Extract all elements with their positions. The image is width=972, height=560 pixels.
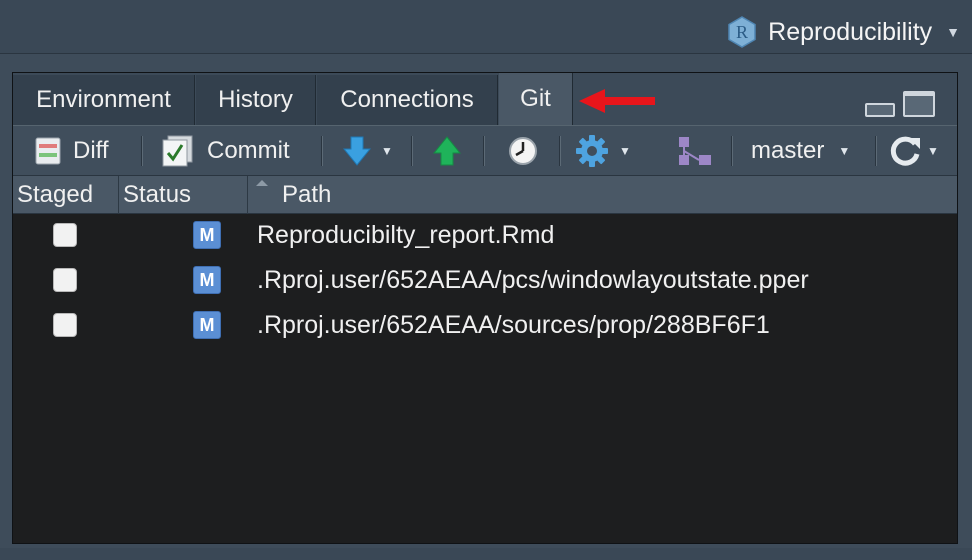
project-menu[interactable]: R Reproducibility ▼ — [726, 14, 960, 50]
chevron-down-icon[interactable]: ▼ — [619, 144, 631, 158]
chevron-down-icon[interactable]: ▼ — [381, 144, 393, 158]
diff-icon — [35, 137, 61, 165]
bottom-bar — [0, 548, 972, 560]
column-header-row: Staged Status Path — [13, 176, 957, 214]
chevron-down-icon: ▼ — [838, 144, 851, 158]
pull-button[interactable]: ▼ — [343, 134, 393, 168]
column-header-label: Staged — [17, 181, 94, 208]
table-row[interactable]: M Reproducibilty_report.Rmd — [13, 214, 957, 259]
toolbar-divider — [411, 136, 413, 166]
branch-label: master — [751, 137, 825, 164]
file-path: .Rproj.user/652AEAA/sources/prop/288BF6F… — [257, 311, 770, 339]
diff-button[interactable]: Diff — [35, 134, 109, 168]
diff-label: Diff — [73, 137, 109, 164]
table-row[interactable]: M .Rproj.user/652AEAA/pcs/windowlayoutst… — [13, 259, 957, 304]
push-icon — [433, 136, 461, 166]
modified-badge: M — [193, 266, 221, 294]
toolbar-divider — [483, 136, 485, 166]
toolbar-divider — [875, 136, 877, 166]
table-row[interactable]: M .Rproj.user/652AEAA/sources/prop/288BF… — [13, 304, 957, 349]
staged-checkbox[interactable] — [53, 313, 77, 337]
r-project-icon: R — [728, 16, 756, 48]
window-controls — [865, 91, 935, 117]
commit-button[interactable]: Commit — [161, 134, 290, 168]
file-list: M Reproducibilty_report.Rmd M .Rproj.use… — [13, 214, 957, 349]
minimize-icon[interactable] — [865, 103, 895, 117]
column-divider — [118, 176, 119, 214]
tab-environment[interactable]: Environment — [13, 75, 195, 125]
settings-button[interactable]: ▼ — [575, 134, 631, 168]
column-header-label: Path — [282, 181, 332, 208]
branch-select[interactable]: master ▼ — [751, 134, 850, 168]
chevron-down-icon: ▼ — [946, 24, 960, 40]
chevron-down-icon[interactable]: ▼ — [927, 144, 939, 158]
branch-button[interactable] — [677, 134, 713, 168]
history-icon — [509, 137, 537, 165]
column-header-path[interactable]: Path — [248, 176, 956, 214]
tab-label: History — [218, 86, 293, 113]
sort-ascending-icon — [256, 180, 268, 186]
toolbar-divider — [141, 136, 143, 166]
toolbar-divider — [321, 136, 323, 166]
refresh-button[interactable]: ▼ — [889, 134, 939, 168]
modified-badge: M — [193, 221, 221, 249]
branch-icon — [679, 137, 711, 165]
refresh-icon — [890, 136, 920, 166]
column-header-label: Status — [123, 181, 192, 208]
gear-icon — [576, 135, 608, 167]
tab-git[interactable]: Git — [499, 73, 573, 125]
maximize-icon[interactable] — [903, 91, 935, 117]
git-toolbar: Diff Commit ▼ ▼ master ▼ ▼ — [13, 125, 957, 176]
staged-checkbox[interactable] — [53, 268, 77, 292]
red-arrow-icon — [579, 89, 655, 113]
project-name: Reproducibility — [768, 17, 933, 46]
tab-label: Connections — [340, 86, 474, 113]
file-path: Reproducibilty_report.Rmd — [257, 221, 555, 249]
column-header-status[interactable]: Status — [123, 176, 191, 214]
commit-label: Commit — [207, 137, 290, 164]
toolbar-divider — [559, 136, 561, 166]
toolbar-divider — [731, 136, 733, 166]
tab-label: Environment — [36, 86, 171, 113]
git-pane: Environment History Connections Git Diff — [12, 72, 958, 544]
tab-connections[interactable]: Connections — [317, 75, 498, 125]
commit-icon — [162, 135, 193, 167]
column-header-staged[interactable]: Staged — [17, 176, 93, 214]
pull-icon — [343, 136, 371, 166]
tab-label: Git — [520, 85, 551, 112]
tab-strip: Environment History Connections Git — [13, 73, 957, 125]
modified-badge: M — [193, 311, 221, 339]
push-button[interactable] — [433, 134, 461, 168]
svg-text:R: R — [736, 22, 748, 42]
file-path: .Rproj.user/652AEAA/pcs/windowlayoutstat… — [257, 266, 809, 294]
staged-checkbox[interactable] — [53, 223, 77, 247]
history-button[interactable] — [507, 134, 539, 168]
tab-history[interactable]: History — [196, 75, 316, 125]
top-bar: R Reproducibility ▼ — [0, 0, 972, 54]
